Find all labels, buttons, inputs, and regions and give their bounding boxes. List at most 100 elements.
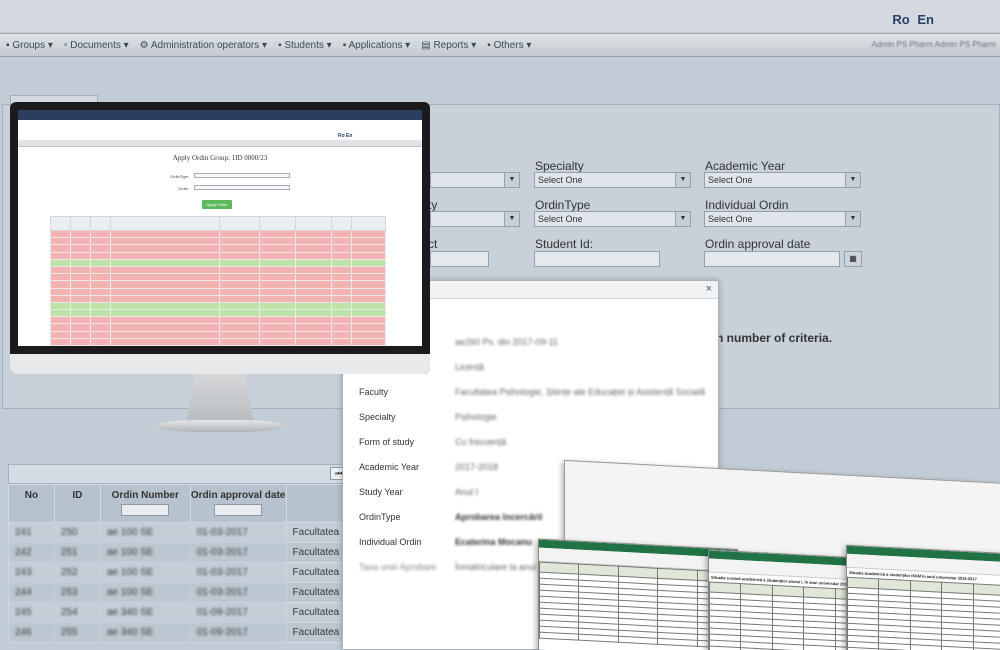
mini-table-cell: [69, 237, 91, 246]
mini-language-switch[interactable]: Ro En: [338, 133, 352, 139]
mini-table-cell: [89, 258, 111, 267]
dialog-field-value: 2017-2018: [455, 462, 499, 472]
ordin-number-filter[interactable]: [121, 504, 170, 516]
mini-table-cell: [351, 251, 386, 260]
mini-table-cell: [50, 280, 71, 289]
mini-field1-select[interactable]: [194, 173, 290, 178]
close-icon[interactable]: ×: [706, 283, 712, 295]
mini-table-cell: [351, 258, 386, 267]
mini-table-row: [50, 337, 386, 346]
mini-table-cell: [50, 301, 71, 311]
mini-table-cell: [351, 301, 386, 311]
col-no[interactable]: No: [8, 484, 55, 523]
nav-students[interactable]: ▪ Students ▾: [278, 40, 332, 51]
dialog-field-value: Psihologie: [455, 412, 497, 422]
mini-table-cell: [89, 294, 111, 303]
mini-table-cell: [259, 287, 297, 296]
mini-table-cell: [331, 337, 353, 346]
mini-table-cell: [50, 337, 71, 346]
top-header: Ro En: [0, 0, 1000, 32]
chevron-down-icon: ▼: [845, 212, 860, 226]
dialog-field-value: ae260 Ps. din 2017-09-11: [455, 337, 558, 347]
nav-reports[interactable]: ▤ Reports ▾: [421, 40, 476, 51]
mini-table-cell: [351, 273, 386, 282]
dialog-field-value: Ecaterina Mocanu: [455, 537, 533, 547]
ordin-type-select[interactable]: Select One ▼: [534, 211, 691, 227]
mini-table-row: [50, 294, 386, 303]
academic-year-select[interactable]: Select One ▼: [704, 172, 861, 188]
excel-sheet-2: Situatia scolară academică a studenților…: [708, 549, 868, 650]
mini-table-cell: [351, 294, 386, 303]
individual-ordin-select[interactable]: Select One ▼: [704, 211, 861, 227]
cell-no: 244: [8, 582, 55, 603]
col-ordin-number[interactable]: Ordin Number: [99, 484, 191, 523]
dialog-field-label: Specialty: [359, 412, 396, 422]
ordin-type-label: OrdinType: [535, 198, 591, 212]
chevron-down-icon: ▼: [675, 173, 690, 187]
mini-table-row: [50, 309, 386, 318]
dialog-field-value: Facultatea Psihologie, Științe ale Educa…: [455, 387, 706, 397]
cell-ordin-number: ae 340 SE: [99, 622, 191, 643]
mini-table-cell: [69, 337, 91, 346]
col-ordin-approval-date[interactable]: Ordin approval date: [189, 484, 287, 523]
mini-table-cell: [69, 330, 91, 339]
mini-table-cell: [351, 265, 386, 275]
mini-table-cell: [89, 229, 111, 239]
mini-table-cell: [219, 287, 261, 296]
specialty-select[interactable]: Select One ▼: [534, 172, 691, 188]
partial-input[interactable]: [430, 251, 489, 267]
cell-no: 246: [8, 622, 55, 643]
cell-id: 254: [53, 602, 101, 623]
cell-approval-date: 01-03-2017: [189, 522, 287, 543]
ordin-approval-date-label: Ordin approval date: [705, 237, 811, 251]
mini-field2-select[interactable]: [194, 185, 290, 190]
mini-table-row: [50, 316, 386, 325]
cell-approval-date: 01-09-2017: [189, 602, 287, 623]
mini-table-cell: [69, 287, 91, 296]
mini-table-cell: [259, 258, 297, 267]
cell-ordin-number: ae 340 SE: [99, 602, 191, 623]
mini-table-cell: [331, 309, 353, 318]
user-name[interactable]: Admin PS Pharm Admin PS Pharm: [872, 40, 997, 49]
mini-table-cell: [259, 273, 297, 282]
specialty-label: Specialty: [535, 159, 584, 173]
mini-apply-button[interactable]: Apply Ordin: [202, 200, 232, 209]
nav-others[interactable]: ▪ Others ▾: [487, 40, 531, 51]
mini-table-cell: [69, 344, 91, 346]
dialog-field-label: Study Year: [359, 487, 403, 497]
mini-table-cell: [89, 237, 111, 246]
mini-table-cell: [295, 265, 333, 275]
lang-en-link[interactable]: En: [917, 12, 934, 27]
cell-approval-date: 01-03-2017: [189, 582, 287, 603]
col-id[interactable]: ID: [53, 484, 101, 523]
mini-table-cell: [69, 258, 91, 267]
ordin-approval-date-input[interactable]: [704, 251, 840, 267]
mini-table-row: [50, 273, 386, 282]
mini-table-cell: [89, 316, 111, 325]
academic-year-label: Academic Year: [705, 159, 786, 173]
student-id-label: Student Id:: [535, 237, 594, 251]
mini-table-cell: [219, 229, 261, 239]
mini-table-cell: [69, 273, 91, 282]
mini-table-cell: [295, 273, 333, 282]
mini-table-cell: [69, 309, 91, 318]
calendar-icon[interactable]: ▦: [844, 251, 862, 267]
lang-ro-link[interactable]: Ro: [892, 12, 909, 27]
nav-documents[interactable]: ▫ Documents ▾: [64, 40, 129, 51]
mini-table-row: [50, 251, 386, 260]
nav-administration[interactable]: ⚙ Administration operators ▾: [140, 40, 267, 51]
mini-table-cell: [351, 330, 386, 339]
mini-table-cell: [109, 265, 221, 275]
student-id-input[interactable]: [534, 251, 660, 267]
mini-table-cell: [69, 265, 91, 275]
ordin-date-filter[interactable]: [214, 504, 263, 516]
mini-table-row: [50, 301, 386, 311]
mini-table-cell: [69, 323, 91, 332]
nav-applications[interactable]: ▪ Applications ▾: [343, 40, 411, 51]
mini-table-cell: [69, 294, 91, 303]
mini-table-cell: [295, 344, 333, 346]
partial-select-1[interactable]: ▼: [430, 172, 520, 188]
partial-select-2[interactable]: ▼: [430, 211, 520, 227]
mini-table-cell: [351, 244, 386, 253]
nav-groups[interactable]: ▪ Groups ▾: [6, 40, 53, 51]
